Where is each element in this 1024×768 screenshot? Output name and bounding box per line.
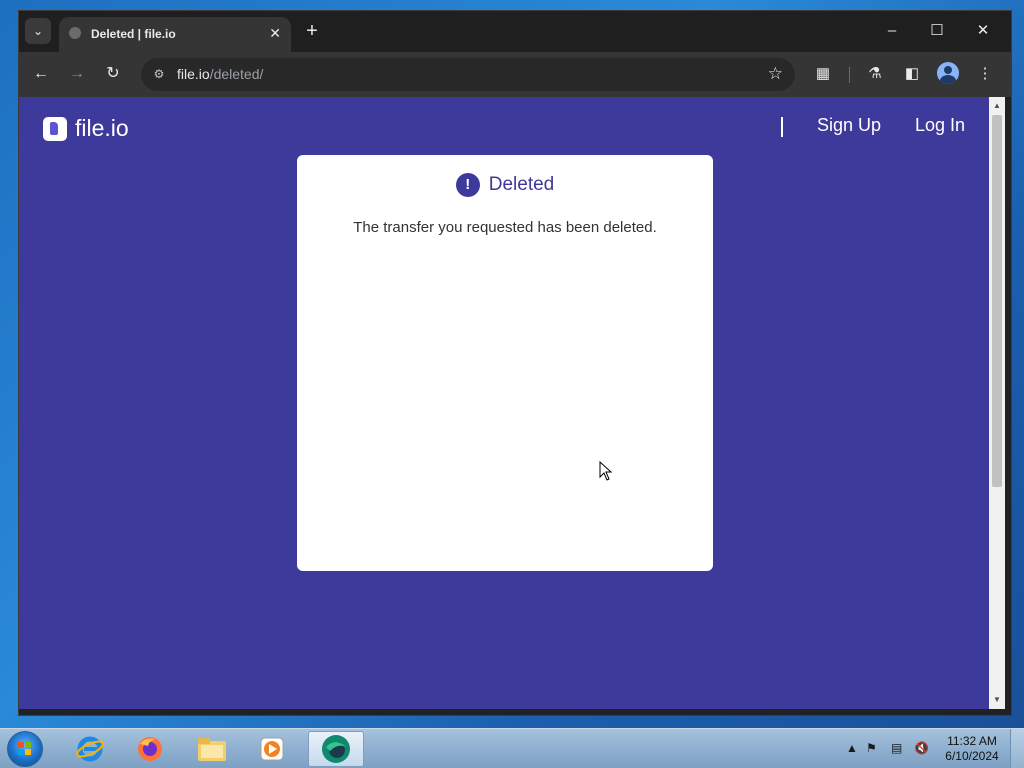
maximize-button[interactable]: ☐ — [922, 19, 952, 43]
tab-active[interactable]: Deleted | file.io ✕ — [59, 17, 291, 52]
file-io-logo-icon — [43, 116, 67, 141]
card-header: ! Deleted — [297, 173, 713, 197]
minimize-icon: – — [887, 22, 897, 39]
avatar-head — [944, 66, 952, 74]
avatar-body — [940, 75, 956, 84]
url-path: /deleted/ — [209, 66, 264, 82]
page-viewport: file.io Sign Up Log In ! Deleted The tra… — [19, 97, 989, 709]
profile-avatar-icon[interactable] — [937, 62, 959, 84]
forward-button[interactable]: → — [65, 62, 89, 86]
taskbar-active-app[interactable] — [308, 731, 364, 767]
card-message: The transfer you requested has been dele… — [353, 219, 657, 236]
start-button[interactable] — [7, 731, 43, 767]
mouse-cursor-icon — [599, 461, 613, 481]
tab-strip: ⌄ Deleted | file.io ✕ + – ☐ ✕ — [19, 11, 1011, 52]
clock-time: 11:32 AM — [947, 734, 997, 748]
card-title: Deleted — [488, 174, 555, 195]
close-window-button[interactable]: ✕ — [968, 19, 998, 43]
file-io-logo[interactable]: file.io — [43, 115, 129, 142]
bookmark-star-icon[interactable]: ☆ — [768, 64, 783, 84]
scroll-up-arrow-icon[interactable]: ▲ — [989, 99, 1005, 113]
close-icon[interactable]: ✕ — [269, 25, 281, 42]
arrow-right-icon: → — [69, 65, 85, 82]
logo-text: file.io — [75, 115, 129, 141]
media-player-icon — [260, 737, 284, 761]
taskbar-file-explorer[interactable] — [184, 731, 240, 767]
nav-divider — [781, 117, 783, 137]
url-host: file.io — [177, 66, 210, 82]
firefox-icon — [138, 737, 162, 761]
internet-explorer-icon — [76, 736, 104, 762]
action-center-flag-icon[interactable]: ⚑ — [866, 741, 877, 755]
windows-logo-icon — [18, 742, 32, 756]
reload-icon: ↻ — [106, 65, 120, 82]
scrollbar-thumb[interactable] — [992, 115, 1002, 487]
show-desktop-button[interactable] — [1010, 729, 1024, 768]
tab-title: Deleted | file.io — [91, 27, 176, 41]
arrow-left-icon: ← — [33, 65, 49, 82]
clock-date: 6/10/2024 — [945, 749, 999, 763]
taskbar: ▲ ⚑ ▤ 🔇 11:32 AM 6/10/2024 — [0, 728, 1024, 768]
taskbar-media-player[interactable] — [244, 731, 300, 767]
back-button[interactable]: ← — [29, 62, 53, 86]
taskbar-internet-explorer[interactable] — [62, 731, 118, 767]
edge-icon — [322, 735, 350, 763]
toolbar-divider — [849, 67, 850, 83]
side-panel-icon[interactable]: ◧ — [901, 63, 923, 85]
plus-icon: + — [306, 20, 318, 42]
deleted-card: ! Deleted The transfer you requested has… — [297, 155, 713, 571]
taskbar-firefox[interactable] — [122, 731, 178, 767]
log-in-link[interactable]: Log In — [915, 115, 965, 136]
browser-toolbar: ← → ↻ ⚙ file.io/deleted/ ☆ ▦ ⚗ ◧ ⋮ — [19, 52, 1011, 97]
tab-search-button[interactable]: ⌄ — [25, 18, 51, 44]
sign-up-link[interactable]: Sign Up — [817, 115, 881, 136]
system-clock[interactable]: 11:32 AM 6/10/2024 — [936, 734, 1008, 764]
site-settings-icon[interactable]: ⚙ — [151, 66, 167, 82]
globe-icon — [69, 27, 81, 39]
address-url[interactable]: file.io/deleted/ — [177, 66, 263, 82]
address-bar[interactable]: ⚙ file.io/deleted/ ☆ — [141, 58, 795, 91]
reload-button[interactable]: ↻ — [101, 62, 125, 86]
labs-flask-icon[interactable]: ⚗ — [864, 63, 886, 85]
volume-muted-icon[interactable]: 🔇 — [914, 741, 929, 755]
scroll-down-arrow-icon[interactable]: ▼ — [989, 693, 1005, 707]
minimize-button[interactable]: – — [877, 19, 907, 43]
network-icon[interactable]: ▤ — [891, 741, 902, 755]
alert-icon: ! — [455, 173, 480, 197]
show-hidden-icons-icon[interactable]: ▲ — [846, 741, 858, 755]
close-icon: ✕ — [976, 22, 990, 39]
chevron-down-icon: ⌄ — [32, 24, 44, 38]
browser-window: ⌄ Deleted | file.io ✕ + – ☐ ✕ ← → ↻ ⚙ fi… — [18, 10, 1012, 716]
extensions-icon[interactable]: ▦ — [812, 63, 834, 85]
maximize-icon: ☐ — [930, 22, 944, 39]
page-scrollbar[interactable]: ▲ ▼ — [989, 97, 1005, 709]
more-menu-icon[interactable]: ⋮ — [974, 63, 996, 85]
folder-icon — [198, 738, 226, 761]
new-tab-button[interactable]: + — [301, 20, 323, 42]
